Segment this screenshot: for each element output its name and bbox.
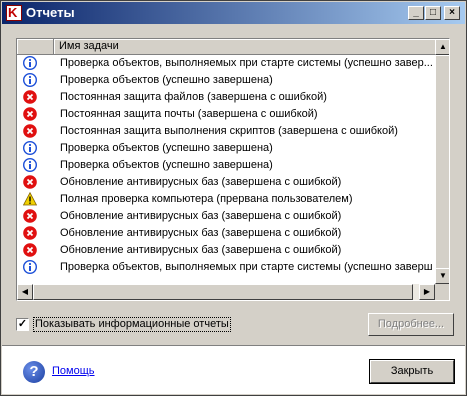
vertical-scrollbar[interactable]: ▲ ▼	[435, 39, 449, 284]
list-item[interactable]: Постоянная защита почты (завершена с оши…	[17, 106, 435, 123]
horizontal-scroll-thumb[interactable]	[33, 284, 413, 300]
help-icon[interactable]: ?	[23, 361, 45, 383]
list-item-label: Обновление антивирусных баз (завершена с…	[60, 227, 342, 239]
help-link[interactable]: Помощь	[52, 365, 95, 377]
maximize-button[interactable]: □	[425, 6, 441, 20]
reports-list[interactable]: Имя задачи Проверка объектов, выполняемы…	[16, 38, 450, 301]
list-item-label: Проверка объектов, выполняемых при старт…	[60, 261, 432, 273]
list-item[interactable]: Обновление антивирусных баз (завершена с…	[17, 225, 435, 242]
scroll-right-arrow-icon[interactable]: ▶	[419, 284, 435, 300]
list-item[interactable]: Обновление антивирусных баз (завершена с…	[17, 174, 435, 191]
info-icon	[22, 140, 38, 156]
list-item[interactable]: Проверка объектов (успешно завершена)	[17, 157, 435, 174]
list-item-label: Обновление антивирусных баз (завершена с…	[60, 176, 342, 188]
list-item-label: Проверка объектов (успешно завершена)	[60, 74, 273, 86]
show-info-reports-label[interactable]: Показывать информационные отчеты	[33, 317, 231, 332]
info-icon	[22, 72, 38, 88]
list-item-label: Проверка объектов (успешно завершена)	[60, 142, 273, 154]
info-icon	[22, 157, 38, 173]
show-info-reports-checkbox[interactable]: ✓	[16, 318, 29, 331]
scroll-up-arrow-icon[interactable]: ▲	[435, 39, 449, 55]
vertical-scroll-thumb[interactable]	[435, 55, 449, 269]
info-icon	[22, 259, 38, 275]
list-rows: Проверка объектов, выполняемых при старт…	[17, 55, 435, 276]
info-icon	[22, 55, 38, 71]
column-header-icon[interactable]	[17, 39, 54, 54]
error-icon	[23, 90, 37, 104]
list-item[interactable]: Обновление антивирусных баз (завершена с…	[17, 242, 435, 259]
list-item[interactable]: Постоянная защита файлов (завершена с ош…	[17, 89, 435, 106]
list-item-label: Проверка объектов, выполняемых при старт…	[60, 57, 432, 69]
error-icon	[23, 209, 37, 223]
list-item[interactable]: Проверка объектов (успешно завершена)	[17, 140, 435, 157]
warning-icon	[22, 191, 38, 206]
list-item[interactable]: Обновление антивирусных баз (завершена с…	[17, 208, 435, 225]
scroll-left-arrow-icon[interactable]: ◀	[17, 284, 33, 300]
error-icon	[23, 175, 37, 189]
scroll-down-arrow-icon[interactable]: ▼	[435, 268, 449, 284]
list-item[interactable]: Проверка объектов, выполняемых при старт…	[17, 55, 435, 72]
list-item-label: Полная проверка компьютера (прервана пол…	[60, 193, 353, 205]
horizontal-scrollbar[interactable]: ◀ ▶	[17, 284, 435, 300]
list-item[interactable]: Проверка объектов, выполняемых при старт…	[17, 259, 435, 276]
list-header: Имя задачи	[17, 39, 435, 55]
minimize-button[interactable]: _	[408, 6, 424, 20]
list-item-label: Обновление антивирусных баз (завершена с…	[60, 244, 342, 256]
close-window-button[interactable]: ×	[444, 6, 460, 20]
reports-window: K Отчеты _ □ × Имя задачи Проверка объек…	[0, 0, 467, 396]
list-item-label: Обновление антивирусных баз (завершена с…	[60, 210, 342, 222]
list-item-label: Проверка объектов (успешно завершена)	[60, 159, 273, 171]
list-item[interactable]: Постоянная защита выполнения скриптов (з…	[17, 123, 435, 140]
scrollbar-corner	[435, 284, 449, 300]
error-icon	[23, 107, 37, 121]
window-title: Отчеты	[26, 5, 75, 20]
error-icon	[23, 226, 37, 240]
column-header-task-name[interactable]: Имя задачи	[54, 39, 435, 54]
list-item-label: Постоянная защита выполнения скриптов (з…	[60, 125, 398, 137]
kaspersky-app-icon: K	[6, 5, 22, 21]
error-icon	[23, 243, 37, 257]
title-bar[interactable]: K Отчеты _ □ ×	[2, 2, 465, 24]
list-item-label: Постоянная защита почты (завершена с оши…	[60, 108, 318, 120]
error-icon	[23, 124, 37, 138]
details-button[interactable]: Подробнее...	[368, 313, 454, 336]
list-item[interactable]: Проверка объектов (успешно завершена)	[17, 72, 435, 89]
list-item-label: Постоянная защита файлов (завершена с ош…	[60, 91, 327, 103]
close-button[interactable]: Закрыть	[369, 359, 455, 384]
list-item[interactable]: Полная проверка компьютера (прервана пол…	[17, 191, 435, 208]
